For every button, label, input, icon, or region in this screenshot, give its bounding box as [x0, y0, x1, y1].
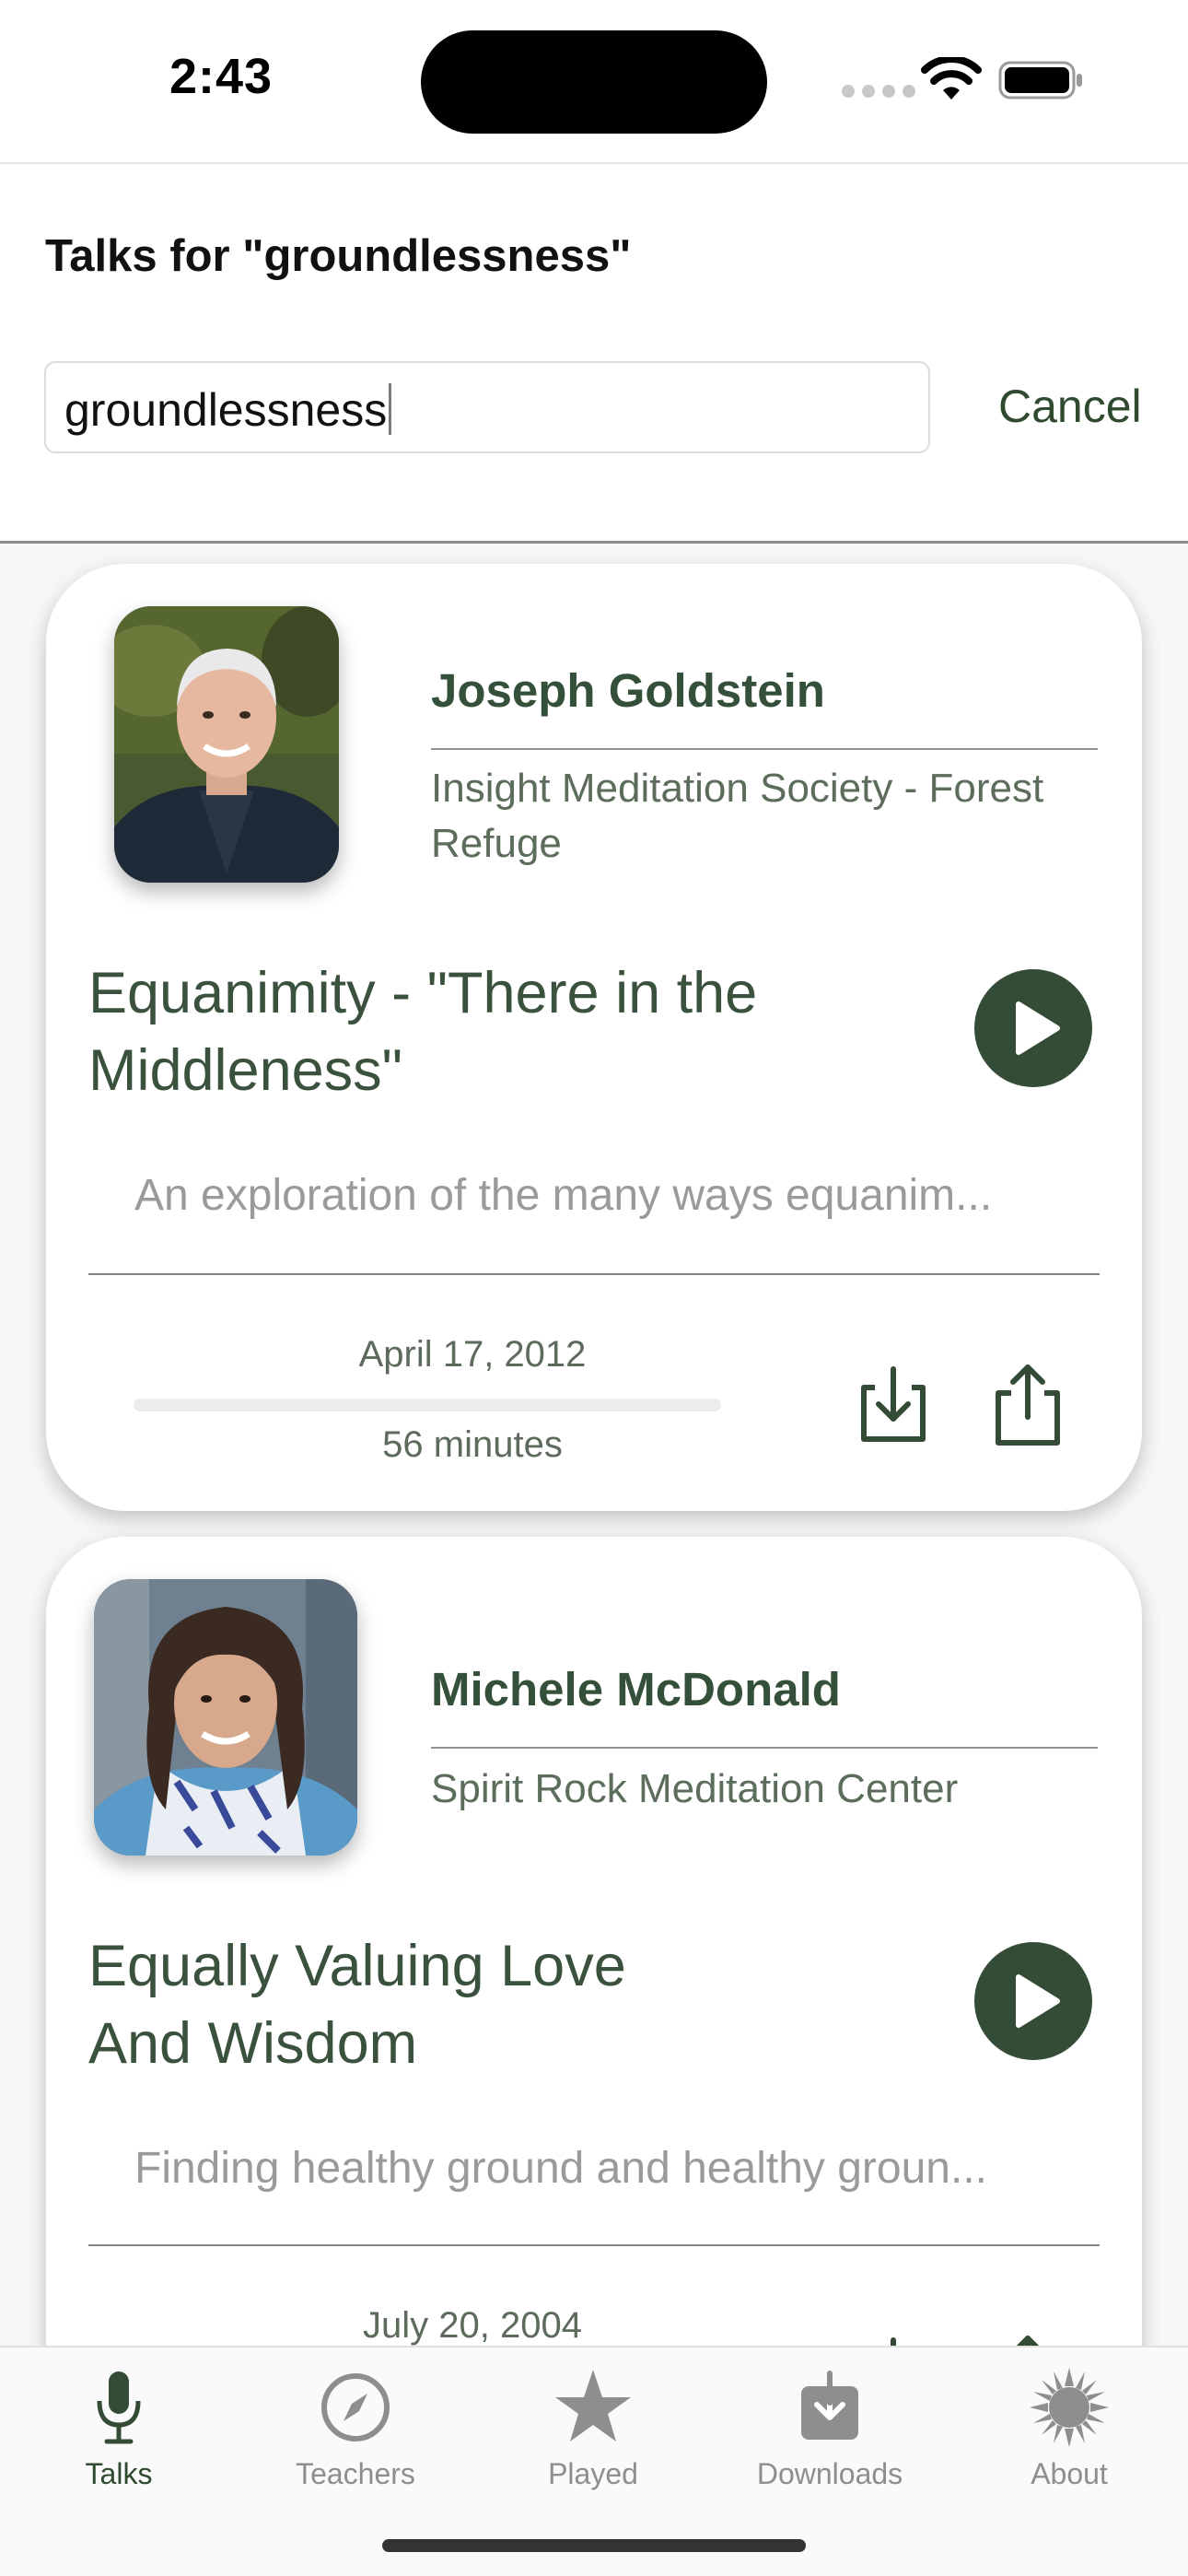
search-input-value[interactable]: groundlessness — [64, 383, 392, 437]
venue-name: Spirit Rock Meditation Center — [431, 1766, 959, 1811]
battery-icon — [998, 61, 1082, 100]
sunburst-icon — [1030, 2368, 1109, 2447]
tab-played[interactable]: Played — [492, 2366, 694, 2491]
talk-duration: 56 minutes — [382, 1424, 563, 1465]
divider — [88, 1273, 1100, 1275]
tab-about[interactable]: About — [968, 2366, 1171, 2491]
playback-progress-bar — [134, 1399, 721, 1411]
tab-label: Talks — [85, 2457, 153, 2490]
teacher-name[interactable]: Joseph Goldstein — [431, 663, 825, 718]
home-indicator[interactable] — [382, 2539, 806, 2552]
tab-downloads[interactable]: Downloads — [728, 2366, 931, 2491]
tab-talks[interactable]: Talks — [17, 2366, 220, 2491]
talk-card[interactable]: Joseph Goldstein Insight Meditation Soci… — [46, 564, 1142, 1511]
talk-date: April 17, 2012 — [358, 1334, 587, 1375]
page-title: Talks for "groundlessness" — [45, 231, 632, 281]
play-button[interactable] — [974, 969, 1092, 1087]
venue-name: Insight Meditation Society - Forest Refu… — [431, 766, 1044, 866]
talk-description: Finding healthy ground and healthy groun… — [134, 2144, 987, 2193]
compass-icon — [321, 2373, 390, 2441]
tab-teachers[interactable]: Teachers — [254, 2366, 457, 2491]
tab-label: About — [1031, 2457, 1108, 2490]
cancel-button[interactable]: Cancel — [998, 380, 1142, 433]
tab-label: Played — [548, 2457, 638, 2490]
talk-date: July 20, 2004 — [363, 2305, 582, 2346]
teacher-avatar — [94, 1579, 357, 1856]
divider — [431, 748, 1098, 750]
wifi-icon — [921, 57, 982, 100]
tab-label: Downloads — [756, 2457, 903, 2490]
microphone-icon — [97, 2371, 141, 2444]
talk-title[interactable]: Equally Valuing Love And Wisdom — [88, 1927, 659, 2082]
status-time: 2:43 — [169, 49, 274, 104]
cellular-signal-icon — [842, 85, 915, 98]
search-header: Talks for "groundlessness" groundlessnes… — [0, 162, 1188, 544]
talk-description: An exploration of the many ways equanim.… — [134, 1171, 993, 1220]
share-icon[interactable] — [991, 1364, 1065, 1446]
teacher-name[interactable]: Michele McDonald — [431, 1662, 841, 1716]
play-icon — [1016, 1974, 1060, 2028]
teacher-avatar — [114, 606, 339, 883]
search-input[interactable]: groundlessness — [44, 361, 930, 453]
star-icon — [555, 2370, 631, 2441]
download-icon[interactable] — [856, 1364, 930, 1446]
play-icon — [1016, 1001, 1060, 1055]
play-button[interactable] — [974, 1942, 1092, 2060]
divider — [88, 2244, 1100, 2246]
tab-label: Teachers — [296, 2457, 415, 2490]
dynamic-island — [421, 30, 767, 134]
download-tray-icon — [801, 2371, 858, 2440]
talk-title[interactable]: Equanimity - "There in the Middleness" — [88, 954, 899, 1109]
status-bar: 2:43 — [0, 0, 1188, 162]
divider — [431, 1747, 1098, 1749]
